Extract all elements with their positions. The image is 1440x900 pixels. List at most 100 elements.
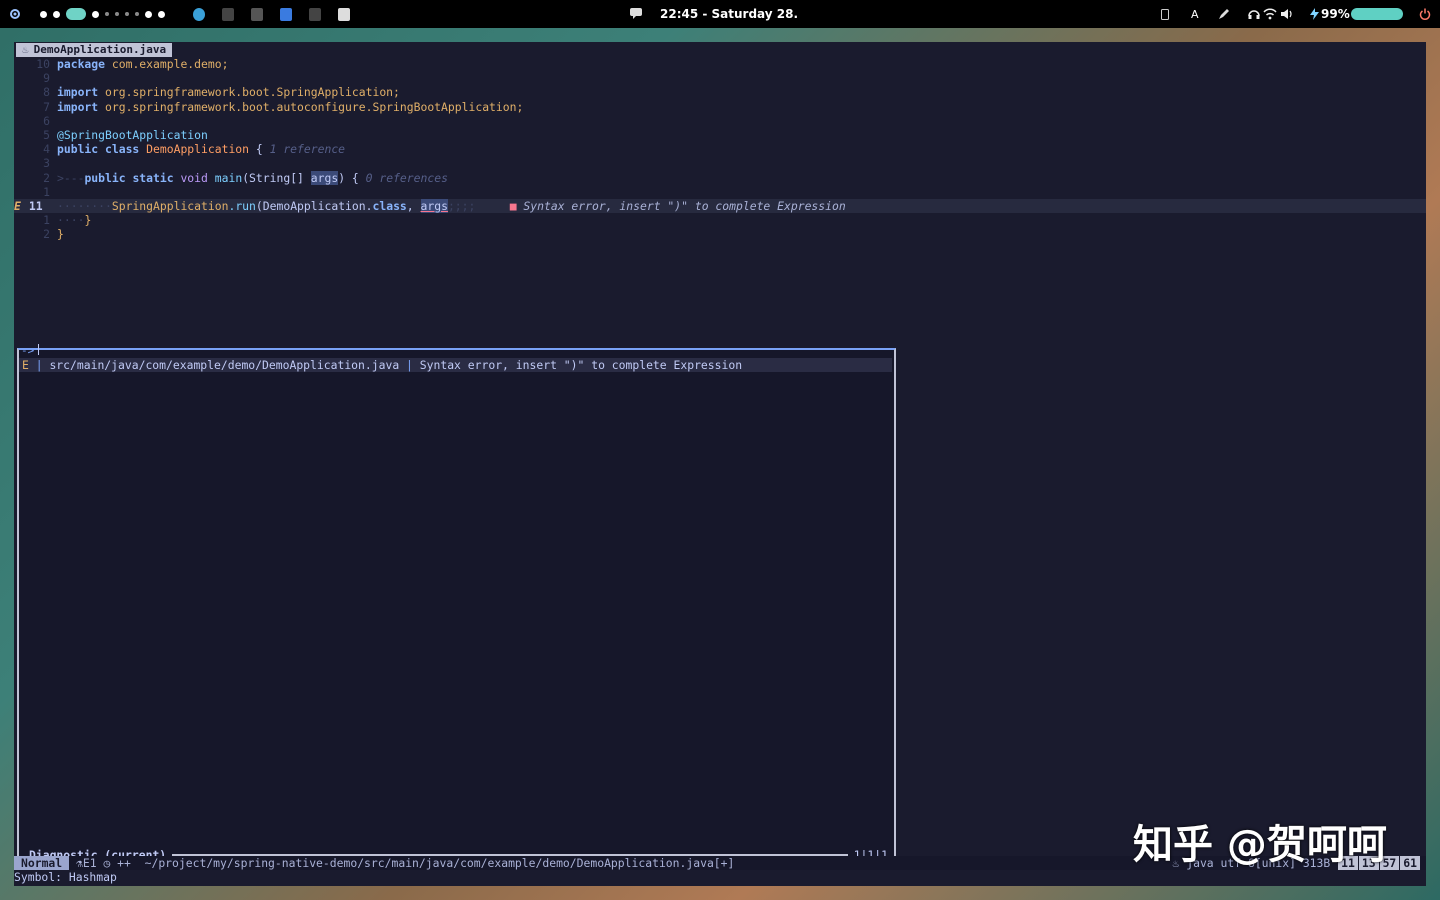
code-token: main [214,170,243,185]
diagnostic-prompt[interactable]: -> [21,344,34,357]
mode-indicator: Normal [14,856,70,870]
code-token: { [249,142,270,157]
terminal-icon[interactable] [251,7,263,21]
code-line[interactable]: 1 ····} [14,213,1426,227]
editor-window: ♨ DemoApplication.java 10 package com.exam… [14,42,1426,886]
line-number-value: 11 [28,198,43,213]
code-token: args [310,170,339,185]
code-line[interactable]: 7 import org.springframework.boot.autocon… [14,100,1426,114]
code-line[interactable]: 10 package com.example.demo; [14,57,1426,71]
code-line[interactable]: 9 [14,71,1426,85]
battery-bar[interactable] [1349,0,1403,28]
tab-label: DemoApplication.java [33,43,167,56]
code-token: public static [84,170,181,185]
terminal-icon[interactable] [309,7,321,21]
edge-browser-icon[interactable] [193,7,205,21]
chat-icon[interactable] [630,0,644,28]
workspace-indicator[interactable] [40,0,171,28]
code-token: } [57,227,64,242]
headphones-icon[interactable] [1248,0,1260,28]
workspace-dot[interactable] [40,10,47,18]
code-token: , [406,198,421,213]
diagnostic-message: Syntax error, insert ")" to complete Exp… [419,358,743,372]
code-line[interactable]: 2 >---public static void main(String[] ar… [14,170,1426,185]
workspace-dot[interactable] [158,10,165,18]
separator: | [28,358,50,372]
line-number: 9 [43,71,50,86]
error-count: E1 [82,856,97,870]
tablet-icon[interactable] [1161,0,1169,28]
code-token: (DemoApplication. [255,198,373,213]
code-line[interactable]: 4 public class DemoApplication { 1 refere… [14,142,1426,156]
notes-icon[interactable] [280,7,292,21]
workspace-active-pill[interactable] [66,8,86,20]
wifi-icon[interactable] [1263,0,1277,28]
tab-bar: ♨ DemoApplication.java [14,42,1426,57]
lock-icon[interactable] [338,7,350,21]
code-token: ■ [509,198,524,213]
code-line-current[interactable]: E 11 ········SpringApplication.run(DemoApp… [14,198,1426,214]
code-token: 1 reference [269,142,346,157]
keyboard-layout-indicator[interactable]: A [1191,0,1199,28]
error-sign: E [14,198,21,213]
code-token: org.springframework.boot.SpringApplicati… [98,85,400,100]
settings-gear-icon[interactable] [8,0,22,28]
workspace-dot[interactable] [125,12,129,16]
line-number: E 11 [14,199,54,213]
power-icon[interactable] [1419,0,1431,28]
terminal-icon[interactable] [222,7,234,21]
code-text: @SpringBootApplication [57,128,208,142]
modified-flag: ++ [117,856,131,870]
line-number: 2 [43,170,50,185]
tab-file[interactable]: ♨ DemoApplication.java [16,43,173,57]
workspace-dot[interactable] [53,10,60,18]
code-line[interactable]: 8 import org.springframework.boot.SpringA… [14,85,1426,99]
workspace-dot[interactable] [105,12,109,16]
code-text: import org.springframework.boot.SpringAp… [57,85,400,99]
code-token: ········ [57,198,112,213]
workspace-dot[interactable] [115,12,119,16]
code-token: ···· [57,213,85,228]
line-number: 5 [43,127,50,142]
code-line[interactable]: 2} [14,227,1426,241]
clock[interactable]: 22:45 - Saturday 28. [660,0,798,28]
code-text: import org.springframework.boot.autoconf… [57,100,523,114]
volume-icon[interactable] [1280,0,1294,28]
code-token: com.example.demo; [105,57,229,71]
battery-percent[interactable]: 99% [1321,0,1350,28]
code-line[interactable]: 3 [14,156,1426,170]
code-token: (String[] [242,170,311,185]
code-token: public class [57,142,147,157]
code-token: Syntax error, insert ")" to complete Exp… [523,198,846,213]
code-line[interactable]: 5 @SpringBootApplication [14,128,1426,142]
code-line[interactable]: 6 [14,114,1426,128]
line-number: 4 [43,142,50,157]
command-line[interactable]: Symbol: Hashmap [14,870,1426,886]
code-text: public class DemoApplication { 1 referen… [57,142,345,156]
code-text: >---public static void main(String[] arg… [57,170,448,185]
code-buffer[interactable]: 10 package com.example.demo; 9 8 import org.… [14,57,1426,241]
workspace-dot[interactable] [145,10,152,18]
workspace-dot[interactable] [92,10,99,18]
code-token: org.springframework.boot.autoconfigure.S… [98,99,524,114]
code-token: class [372,198,407,213]
code-line[interactable]: 1 [14,185,1426,199]
battery-charging-icon [1310,0,1319,28]
line-number: 2 [43,227,50,242]
workspace-dot[interactable] [135,12,139,16]
code-token: >--- [57,170,85,185]
java-file-icon: ♨ [22,43,29,56]
code-token: args [420,198,448,213]
code-token: package [57,57,106,71]
line-number: 7 [43,99,50,114]
code-token: import [57,99,99,114]
line-number: 6 [43,113,50,128]
diagnostic-panel[interactable]: -> E | src/main/java/com/example/demo/De… [17,344,896,862]
pen-icon[interactable] [1218,0,1230,28]
diagnostic-entry[interactable]: E | src/main/java/com/example/demo/DemoA… [19,358,892,372]
diagnostic-file: src/main/java/com/example/demo/DemoAppli… [49,358,400,372]
code-text: } [57,227,64,241]
watermark: 知乎 @贺呵呵 [1133,822,1387,868]
diagnostic-severity: E [22,358,29,372]
